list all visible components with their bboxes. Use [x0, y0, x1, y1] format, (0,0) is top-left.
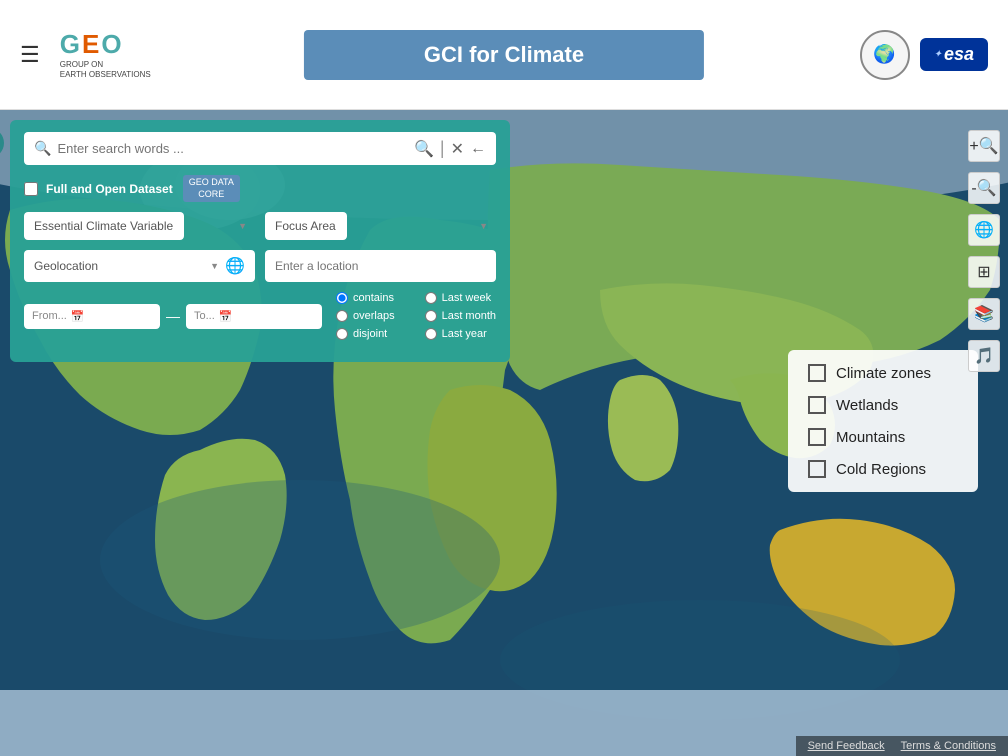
full-open-dataset-checkbox[interactable] — [24, 182, 38, 196]
globe-button[interactable]: 🌐 — [968, 214, 1000, 246]
focus-area-select[interactable]: Focus Area — [265, 212, 347, 240]
esa-logo: ✦ esa — [920, 38, 988, 71]
terms-link[interactable]: Terms & Conditions — [901, 740, 996, 752]
radio-last-week-input[interactable] — [425, 292, 437, 304]
divider: | — [440, 138, 445, 159]
grid-button[interactable]: ⊞ — [968, 256, 1000, 288]
esa-star: ✦ — [934, 49, 942, 60]
radio-disjoint-label: disjoint — [353, 328, 387, 340]
radio-contains-input[interactable] — [336, 292, 348, 304]
page-title: GCI for Climate — [304, 30, 704, 80]
top-bar: ☰ G E O GROUP ONEARTH OBSERVATIONS GCI f… — [0, 0, 1008, 110]
calendar-to-icon[interactable]: 📅 — [219, 310, 233, 323]
radio-last-week[interactable]: Last week — [425, 292, 496, 304]
radio-contains[interactable]: contains — [336, 292, 395, 304]
geo-row: Geolocation ▼ 🌐 — [24, 250, 496, 282]
climate-zones-item: Climate zones — [808, 364, 958, 382]
radio-disjoint[interactable]: disjoint — [336, 328, 395, 340]
zoom-out-button[interactable]: -🔍 — [968, 172, 1000, 204]
search-actions: 🔍 | ✕ ← — [414, 138, 486, 159]
search-submit-icon[interactable]: 🔍 — [414, 139, 434, 159]
radio-last-year-label: Last year — [442, 328, 487, 340]
date-to: To... 📅 — [186, 304, 322, 329]
map-area: ☰ 🔍 🔍 | ✕ ← Full and Open Dataset GEO DA… — [0, 110, 1008, 756]
geo-subtext: GROUP ONEARTH OBSERVATIONS — [60, 60, 151, 81]
to-label: To... — [194, 310, 215, 322]
location-input[interactable] — [265, 250, 496, 282]
cold-regions-item: Cold Regions — [808, 460, 958, 478]
close-icon[interactable]: ✕ — [451, 139, 464, 159]
radio-col-1: contains overlaps disjoint — [336, 292, 395, 340]
back-icon[interactable]: ← — [470, 140, 486, 158]
geo-chevron-icon: ▼ — [210, 261, 219, 271]
radio-col-2: Last week Last month Last year — [425, 292, 496, 340]
ecv-select[interactable]: Essential Climate Variable — [24, 212, 184, 240]
send-feedback-link[interactable]: Send Feedback — [808, 740, 885, 752]
radio-contains-label: contains — [353, 292, 394, 304]
radio-overlaps[interactable]: overlaps — [336, 310, 395, 322]
climate-zones-label: Climate zones — [836, 365, 931, 382]
radio-overlaps-input[interactable] — [336, 310, 348, 322]
geo-badge-line2: CORE — [189, 189, 234, 201]
radio-last-year[interactable]: Last year — [425, 328, 496, 340]
date-row: From... 📅 — To... 📅 contains overlaps — [24, 292, 496, 340]
cold-regions-label: Cold Regions — [836, 461, 926, 478]
ceos-logo: 🌍 — [860, 30, 910, 80]
geo-g: G — [60, 29, 80, 60]
geo-logo: G E O GROUP ONEARTH OBSERVATIONS — [60, 29, 151, 81]
radio-section: contains overlaps disjoint Last week — [336, 292, 496, 340]
search-row: 🔍 🔍 | ✕ ← — [24, 132, 496, 165]
geo-e: E — [82, 29, 99, 60]
date-from: From... 📅 — [24, 304, 160, 329]
radio-overlaps-label: overlaps — [353, 310, 395, 322]
cold-regions-checkbox[interactable] — [808, 460, 826, 478]
bottom-bar: Send Feedback Terms & Conditions — [796, 736, 1008, 756]
focus-area-select-wrapper: Focus Area — [265, 212, 496, 240]
geolocation-wrapper: Geolocation ▼ 🌐 — [24, 250, 255, 282]
search-input[interactable] — [57, 141, 414, 156]
right-panel: Climate zones Wetlands Mountains Cold Re… — [788, 350, 978, 492]
wetlands-item: Wetlands — [808, 396, 958, 414]
right-toolbar: +🔍 -🔍 🌐 ⊞ 📚 🎵 — [968, 130, 1000, 372]
radio-last-year-input[interactable] — [425, 328, 437, 340]
geo-data-badge: GEO DATA CORE — [183, 175, 240, 202]
radio-last-month-input[interactable] — [425, 310, 437, 322]
globe-icon[interactable]: 🌐 — [225, 256, 245, 276]
full-open-dataset-row: Full and Open Dataset GEO DATA CORE — [24, 175, 496, 202]
radio-last-month-label: Last month — [442, 310, 496, 322]
settings-button[interactable]: 🎵 — [968, 340, 1000, 372]
calendar-icon[interactable]: 📅 — [71, 310, 85, 323]
search-panel: ☰ 🔍 🔍 | ✕ ← Full and Open Dataset GEO DA… — [10, 120, 510, 362]
climate-zones-checkbox[interactable] — [808, 364, 826, 382]
radio-disjoint-input[interactable] — [336, 328, 348, 340]
from-label: From... — [32, 310, 67, 322]
ecv-select-wrapper: Essential Climate Variable — [24, 212, 255, 240]
geo-logo-area: G E O GROUP ONEARTH OBSERVATIONS — [60, 29, 151, 81]
date-separator: — — [166, 308, 180, 324]
wetlands-checkbox[interactable] — [808, 396, 826, 414]
search-icon[interactable]: 🔍 — [34, 140, 51, 157]
mountains-label: Mountains — [836, 429, 905, 446]
hamburger-menu[interactable]: ☰ — [20, 42, 40, 68]
radio-last-month[interactable]: Last month — [425, 310, 496, 322]
wetlands-label: Wetlands — [836, 397, 898, 414]
geo-badge-line1: GEO DATA — [189, 177, 234, 189]
esa-text: esa — [944, 44, 974, 65]
radio-last-week-label: Last week — [442, 292, 492, 304]
mountains-checkbox[interactable] — [808, 428, 826, 446]
filter-dropdowns: Essential Climate Variable Focus Area — [24, 212, 496, 240]
full-open-label: Full and Open Dataset — [46, 182, 173, 196]
geolocation-select[interactable]: Geolocation — [34, 259, 210, 273]
layers-button[interactable]: 📚 — [968, 298, 1000, 330]
mountains-item: Mountains — [808, 428, 958, 446]
geo-o: O — [101, 29, 121, 60]
right-logos: 🌍 ✦ esa — [860, 30, 988, 80]
zoom-in-button[interactable]: +🔍 — [968, 130, 1000, 162]
